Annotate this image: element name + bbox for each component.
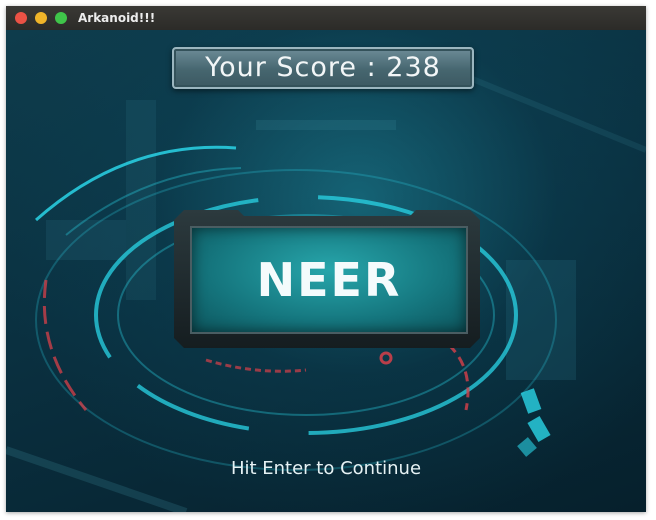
game-window: Arkanoid!!! Your Score: 238 NEER Hit En… xyxy=(6,6,646,512)
continue-hint: Hit Enter to Continue xyxy=(230,458,422,479)
close-button[interactable] xyxy=(15,12,27,24)
minimize-button[interactable] xyxy=(35,12,47,24)
result-panel-screen: NEER xyxy=(190,226,468,334)
score-display: Your Score : 238 xyxy=(172,47,474,89)
result-panel: NEER xyxy=(174,210,480,348)
score-text: Your Score : 238 xyxy=(205,52,441,83)
maximize-button[interactable] xyxy=(55,12,67,24)
title-bar: Arkanoid!!! xyxy=(6,6,646,31)
game-scene: Your Score : 238 NEER Hit Enter to Conti… xyxy=(6,30,646,512)
window-title: Arkanoid!!! xyxy=(78,11,156,25)
result-text: NEER xyxy=(256,253,402,307)
